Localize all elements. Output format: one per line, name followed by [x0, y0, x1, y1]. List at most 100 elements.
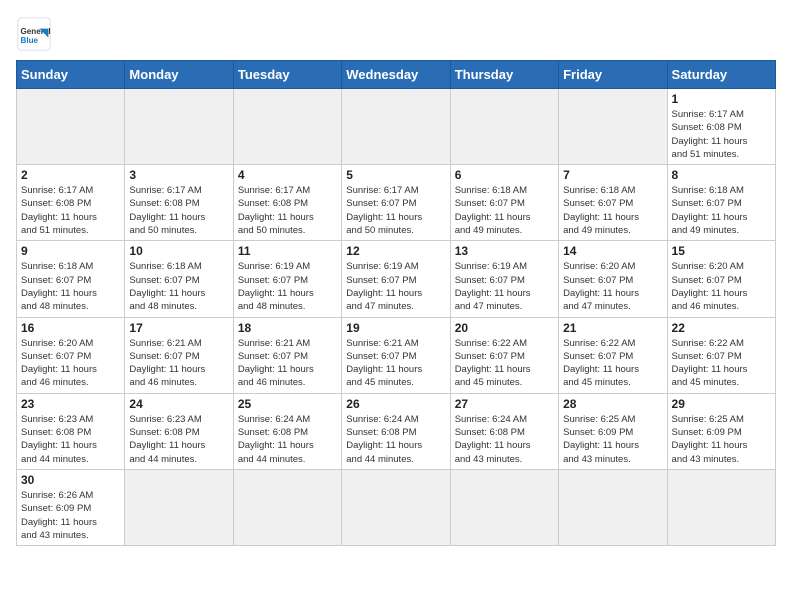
day-number: 4: [238, 168, 337, 182]
day-info: Sunrise: 6:18 AM Sunset: 6:07 PM Dayligh…: [672, 184, 771, 237]
day-cell: 5 Sunrise: 6:17 AM Sunset: 6:07 PM Daylig…: [342, 165, 450, 241]
day-cell: [233, 89, 341, 165]
logo-icon: General Blue: [16, 16, 52, 52]
day-number: 12: [346, 244, 445, 258]
day-number: 25: [238, 397, 337, 411]
day-cell: 13Sunrise: 6:19 AM Sunset: 6:07 PM Dayli…: [450, 241, 558, 317]
calendar-table: SundayMondayTuesdayWednesdayThursdayFrid…: [16, 60, 776, 546]
column-header-monday: Monday: [125, 61, 233, 89]
day-info: Sunrise: 6:21 AM Sunset: 6:07 PM Dayligh…: [238, 337, 337, 390]
day-info: Sunrise: 6:24 AM Sunset: 6:08 PM Dayligh…: [346, 413, 445, 466]
day-info: Sunrise: 6:22 AM Sunset: 6:07 PM Dayligh…: [455, 337, 554, 390]
day-cell: 11 Sunrise: 6:19 AM Sunset: 6:07 PM Dayli…: [233, 241, 341, 317]
column-header-tuesday: Tuesday: [233, 61, 341, 89]
day-info: Sunrise: 6:21 AM Sunset: 6:07 PM Dayligh…: [129, 337, 228, 390]
day-info: Sunrise: 6:17 AM Sunset: 6:07 PM Dayligh…: [346, 184, 445, 237]
day-cell: 3Sunrise: 6:17 AM Sunset: 6:08 PM Daylig…: [125, 165, 233, 241]
day-number: 15: [672, 244, 771, 258]
header: General Blue: [16, 16, 776, 52]
day-cell: 24Sunrise: 6:23 AM Sunset: 6:08 PM Dayli…: [125, 393, 233, 469]
day-cell: 20 Sunrise: 6:22 AM Sunset: 6:07 PM Dayli…: [450, 317, 558, 393]
day-info: Sunrise: 6:22 AM Sunset: 6:07 PM Dayligh…: [672, 337, 771, 390]
day-number: 8: [672, 168, 771, 182]
day-info: Sunrise: 6:21 AM Sunset: 6:07 PM Dayligh…: [346, 337, 445, 390]
logo: General Blue: [16, 16, 56, 52]
day-number: 1: [672, 92, 771, 106]
day-info: Sunrise: 6:18 AM Sunset: 6:07 PM Dayligh…: [455, 184, 554, 237]
day-info: Sunrise: 6:18 AM Sunset: 6:07 PM Dayligh…: [21, 260, 120, 313]
day-cell: [125, 89, 233, 165]
day-cell: 2Sunrise: 6:17 AM Sunset: 6:08 PM Daylig…: [17, 165, 125, 241]
day-info: Sunrise: 6:22 AM Sunset: 6:07 PM Dayligh…: [563, 337, 662, 390]
day-info: Sunrise: 6:18 AM Sunset: 6:07 PM Dayligh…: [563, 184, 662, 237]
day-number: 30: [21, 473, 120, 487]
day-cell: 10 Sunrise: 6:18 AM Sunset: 6:07 PM Dayli…: [125, 241, 233, 317]
week-row-3: 9 Sunrise: 6:18 AM Sunset: 6:07 PM Daylig…: [17, 241, 776, 317]
day-info: Sunrise: 6:17 AM Sunset: 6:08 PM Dayligh…: [672, 108, 771, 161]
day-number: 27: [455, 397, 554, 411]
day-cell: 22 Sunrise: 6:22 AM Sunset: 6:07 PM Dayli…: [667, 317, 775, 393]
day-number: 29: [672, 397, 771, 411]
day-info: Sunrise: 6:25 AM Sunset: 6:09 PM Dayligh…: [672, 413, 771, 466]
day-number: 16: [21, 321, 120, 335]
week-row-6: 30 Sunrise: 6:26 AM Sunset: 6:09 PM Dayli…: [17, 469, 776, 545]
day-number: 13: [455, 244, 554, 258]
day-number: 21: [563, 321, 662, 335]
day-cell: 25 Sunrise: 6:24 AM Sunset: 6:08 PM Dayli…: [233, 393, 341, 469]
day-number: 20: [455, 321, 554, 335]
column-header-saturday: Saturday: [667, 61, 775, 89]
day-info: Sunrise: 6:24 AM Sunset: 6:08 PM Dayligh…: [238, 413, 337, 466]
day-cell: 21 Sunrise: 6:22 AM Sunset: 6:07 PM Dayli…: [559, 317, 667, 393]
day-info: Sunrise: 6:19 AM Sunset: 6:07 PM Dayligh…: [238, 260, 337, 313]
day-number: 5: [346, 168, 445, 182]
day-cell: 9 Sunrise: 6:18 AM Sunset: 6:07 PM Daylig…: [17, 241, 125, 317]
week-row-5: 23Sunrise: 6:23 AM Sunset: 6:08 PM Dayli…: [17, 393, 776, 469]
day-cell: [342, 89, 450, 165]
week-row-4: 16Sunrise: 6:20 AM Sunset: 6:07 PM Dayli…: [17, 317, 776, 393]
column-header-friday: Friday: [559, 61, 667, 89]
day-number: 28: [563, 397, 662, 411]
column-header-thursday: Thursday: [450, 61, 558, 89]
calendar-header-row: SundayMondayTuesdayWednesdayThursdayFrid…: [17, 61, 776, 89]
day-cell: 14Sunrise: 6:20 AM Sunset: 6:07 PM Dayli…: [559, 241, 667, 317]
day-cell: [450, 89, 558, 165]
day-cell: 1 Sunrise: 6:17 AM Sunset: 6:08 PM Daylig…: [667, 89, 775, 165]
day-cell: 28 Sunrise: 6:25 AM Sunset: 6:09 PM Dayli…: [559, 393, 667, 469]
day-cell: 23Sunrise: 6:23 AM Sunset: 6:08 PM Dayli…: [17, 393, 125, 469]
day-number: 7: [563, 168, 662, 182]
day-info: Sunrise: 6:18 AM Sunset: 6:07 PM Dayligh…: [129, 260, 228, 313]
column-header-sunday: Sunday: [17, 61, 125, 89]
day-cell: [233, 469, 341, 545]
day-cell: 29 Sunrise: 6:25 AM Sunset: 6:09 PM Dayli…: [667, 393, 775, 469]
day-number: 10: [129, 244, 228, 258]
day-number: 11: [238, 244, 337, 258]
week-row-2: 2Sunrise: 6:17 AM Sunset: 6:08 PM Daylig…: [17, 165, 776, 241]
day-cell: 6 Sunrise: 6:18 AM Sunset: 6:07 PM Daylig…: [450, 165, 558, 241]
day-info: Sunrise: 6:20 AM Sunset: 6:07 PM Dayligh…: [672, 260, 771, 313]
day-cell: [17, 89, 125, 165]
week-row-1: 1 Sunrise: 6:17 AM Sunset: 6:08 PM Daylig…: [17, 89, 776, 165]
day-info: Sunrise: 6:25 AM Sunset: 6:09 PM Dayligh…: [563, 413, 662, 466]
day-info: Sunrise: 6:23 AM Sunset: 6:08 PM Dayligh…: [21, 413, 120, 466]
day-cell: 27Sunrise: 6:24 AM Sunset: 6:08 PM Dayli…: [450, 393, 558, 469]
day-number: 26: [346, 397, 445, 411]
day-cell: [559, 89, 667, 165]
day-number: 22: [672, 321, 771, 335]
day-number: 9: [21, 244, 120, 258]
day-number: 17: [129, 321, 228, 335]
day-info: Sunrise: 6:20 AM Sunset: 6:07 PM Dayligh…: [563, 260, 662, 313]
day-cell: 26 Sunrise: 6:24 AM Sunset: 6:08 PM Dayli…: [342, 393, 450, 469]
day-info: Sunrise: 6:17 AM Sunset: 6:08 PM Dayligh…: [129, 184, 228, 237]
day-cell: 4Sunrise: 6:17 AM Sunset: 6:08 PM Daylig…: [233, 165, 341, 241]
day-cell: 17 Sunrise: 6:21 AM Sunset: 6:07 PM Dayli…: [125, 317, 233, 393]
column-header-wednesday: Wednesday: [342, 61, 450, 89]
day-info: Sunrise: 6:26 AM Sunset: 6:09 PM Dayligh…: [21, 489, 120, 542]
day-number: 18: [238, 321, 337, 335]
day-number: 6: [455, 168, 554, 182]
day-number: 19: [346, 321, 445, 335]
day-cell: 7 Sunrise: 6:18 AM Sunset: 6:07 PM Daylig…: [559, 165, 667, 241]
day-info: Sunrise: 6:19 AM Sunset: 6:07 PM Dayligh…: [346, 260, 445, 313]
day-cell: 16Sunrise: 6:20 AM Sunset: 6:07 PM Dayli…: [17, 317, 125, 393]
day-cell: 12 Sunrise: 6:19 AM Sunset: 6:07 PM Dayli…: [342, 241, 450, 317]
day-cell: [450, 469, 558, 545]
